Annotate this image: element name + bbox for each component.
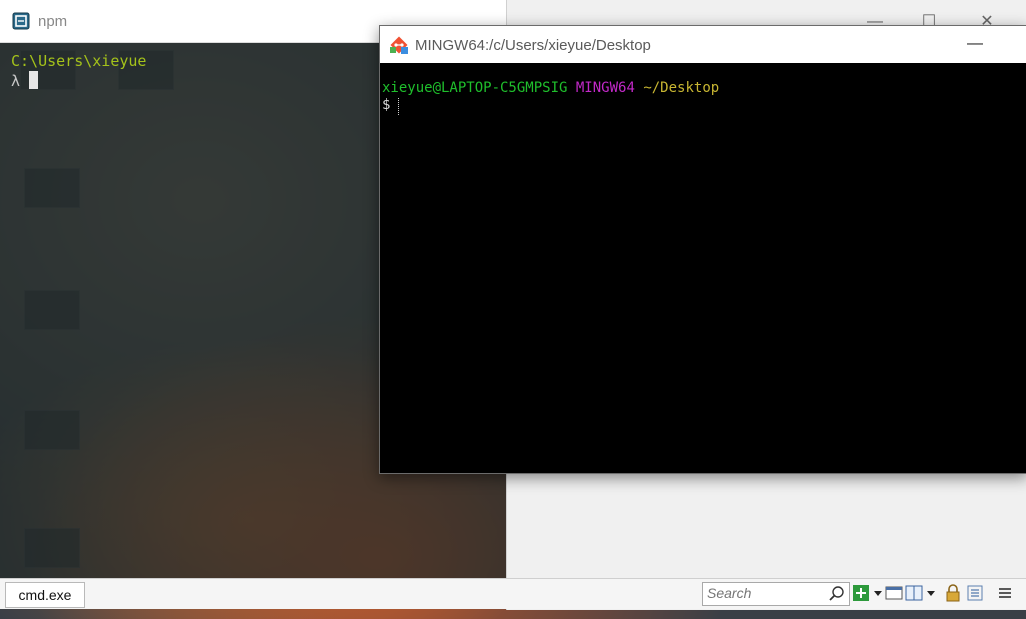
mingw-window[interactable]: MINGW64:/c/Users/xieyue/Desktop — xieyue… (379, 25, 1026, 474)
user-host: xieyue@LAPTOP-C5GMPSIG (382, 80, 568, 96)
git-app-icon (390, 36, 408, 54)
settings-icon[interactable] (966, 584, 984, 602)
tab-cmd[interactable]: cmd.exe (5, 582, 85, 608)
window-title: MINGW64:/c/Users/xieyue/Desktop (415, 37, 651, 54)
search-icon[interactable] (828, 585, 846, 603)
prompt-line: xieyue@LAPTOP-C5GMPSIG MINGW64 ~/Desktop (382, 80, 719, 96)
current-directory: ~/Desktop (643, 80, 720, 96)
cmder-statusbar: cmd.exe (0, 578, 1026, 609)
prompt-symbol: $ (382, 97, 391, 113)
current-path: C:\Users\xieyue (11, 52, 147, 70)
window-title: npm (38, 13, 68, 30)
cmder-app-icon (12, 12, 30, 30)
search-field[interactable] (702, 582, 850, 606)
system-name: MINGW64 (575, 80, 635, 96)
prompt-symbol: λ (11, 72, 21, 90)
chevron-down-icon[interactable] (927, 591, 935, 596)
split-icon[interactable] (905, 584, 923, 602)
text-cursor (29, 71, 38, 89)
lock-icon[interactable] (944, 584, 962, 602)
menu-icon[interactable] (996, 584, 1014, 602)
chevron-down-icon[interactable] (874, 591, 882, 596)
text-cursor (398, 98, 400, 115)
add-tab-icon[interactable] (852, 584, 870, 602)
bash-terminal[interactable]: xieyue@LAPTOP-C5GMPSIG MINGW64 ~/Desktop… (380, 63, 1026, 473)
mingw-titlebar[interactable]: MINGW64:/c/Users/xieyue/Desktop — (380, 26, 1026, 63)
minimize-button[interactable]: — (960, 32, 990, 56)
console-icon[interactable] (885, 584, 903, 602)
search-input[interactable] (703, 583, 825, 603)
